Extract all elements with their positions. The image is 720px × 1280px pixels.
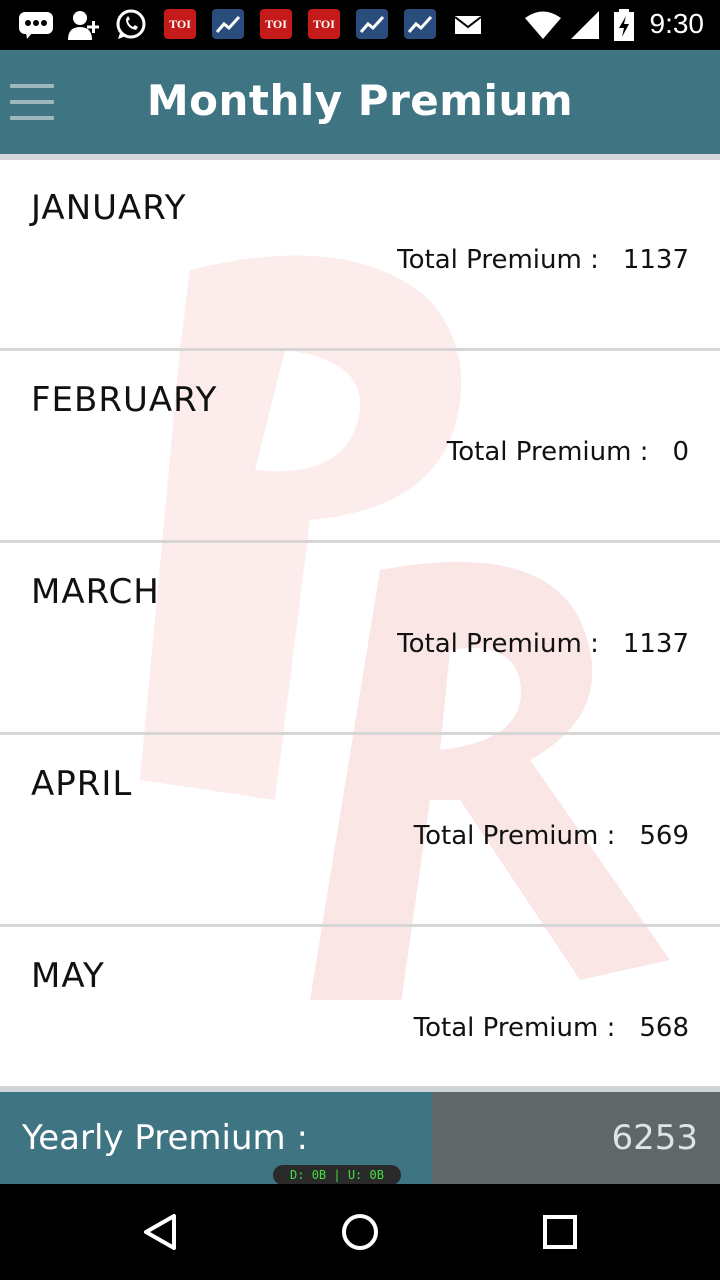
toi-icon: TOI: [308, 9, 340, 39]
app-bar: Monthly Premium: [0, 50, 720, 154]
total-premium-label: Total Premium :: [397, 629, 599, 659]
recents-icon: [543, 1215, 577, 1249]
status-time: 9:30: [649, 8, 705, 39]
month-list[interactable]: JANUARY Total Premium : 1137 FEBRUARY To…: [0, 160, 720, 1086]
recents-button[interactable]: [536, 1208, 584, 1256]
divider: [0, 924, 720, 927]
total-premium: Total Premium : 1137: [397, 629, 689, 659]
month-name: JANUARY: [31, 188, 187, 228]
divider: [0, 732, 720, 735]
yearly-premium-value-panel: 6253: [432, 1092, 720, 1184]
home-button[interactable]: [336, 1208, 384, 1256]
total-premium: Total Premium : 1137: [397, 245, 689, 275]
total-premium-value: 1137: [622, 629, 689, 659]
total-premium-label: Total Premium :: [413, 821, 616, 851]
total-premium-value: 568: [639, 1013, 689, 1043]
home-icon: [342, 1214, 378, 1250]
toi-icon: TOI: [164, 9, 196, 39]
divider: [0, 540, 720, 543]
total-premium: Total Premium : 0: [447, 437, 689, 467]
mail-icon: [454, 9, 482, 41]
page-title: Monthly Premium: [146, 76, 574, 125]
wifi-icon: [524, 9, 562, 41]
total-premium-label: Total Premium :: [446, 437, 649, 467]
total-premium-label: Total Premium :: [397, 245, 599, 275]
battery-charging-icon: [612, 9, 636, 41]
total-premium-value: 0: [672, 437, 689, 467]
month-item-april[interactable]: APRIL Total Premium : 569: [0, 736, 720, 925]
toi-icon: TOI: [260, 9, 292, 39]
month-item-march[interactable]: MARCH Total Premium : 1137: [0, 544, 720, 733]
screen: TOI TOI TOI 9:30 Monthly Premium JANUARY…: [0, 0, 720, 1280]
stock-chart-icon: [212, 9, 244, 39]
total-premium-value: 1137: [622, 245, 689, 275]
whatsapp-icon: [114, 9, 148, 41]
total-premium: Total Premium : 569: [414, 821, 689, 851]
divider: [0, 348, 720, 351]
yearly-premium-value: 6253: [611, 1118, 698, 1158]
month-name: FEBRUARY: [31, 380, 218, 420]
month-name: MARCH: [31, 572, 160, 612]
total-premium-label: Total Premium :: [413, 1013, 616, 1043]
back-button[interactable]: [136, 1208, 184, 1256]
stock-chart-icon: [356, 9, 388, 39]
total-premium: Total Premium : 568: [414, 1013, 689, 1043]
data-usage-overlay: D: 0B | U: 0B: [273, 1165, 401, 1185]
bbm-icon: [18, 9, 54, 41]
month-item-february[interactable]: FEBRUARY Total Premium : 0: [0, 352, 720, 541]
stock-chart-icon: [404, 9, 436, 39]
signal-icon: [570, 9, 600, 41]
total-premium-value: 569: [639, 821, 689, 851]
back-icon: [144, 1214, 176, 1250]
month-item-may[interactable]: MAY Total Premium : 568: [0, 928, 720, 1086]
month-name: APRIL: [31, 764, 133, 804]
month-item-january[interactable]: JANUARY Total Premium : 1137: [0, 160, 720, 349]
month-name: MAY: [31, 956, 105, 996]
status-bar: TOI TOI TOI 9:30: [0, 0, 720, 50]
nav-bar: [0, 1184, 720, 1280]
yearly-premium-label: Yearly Premium :: [22, 1118, 308, 1158]
add-contact-icon: [66, 9, 102, 41]
